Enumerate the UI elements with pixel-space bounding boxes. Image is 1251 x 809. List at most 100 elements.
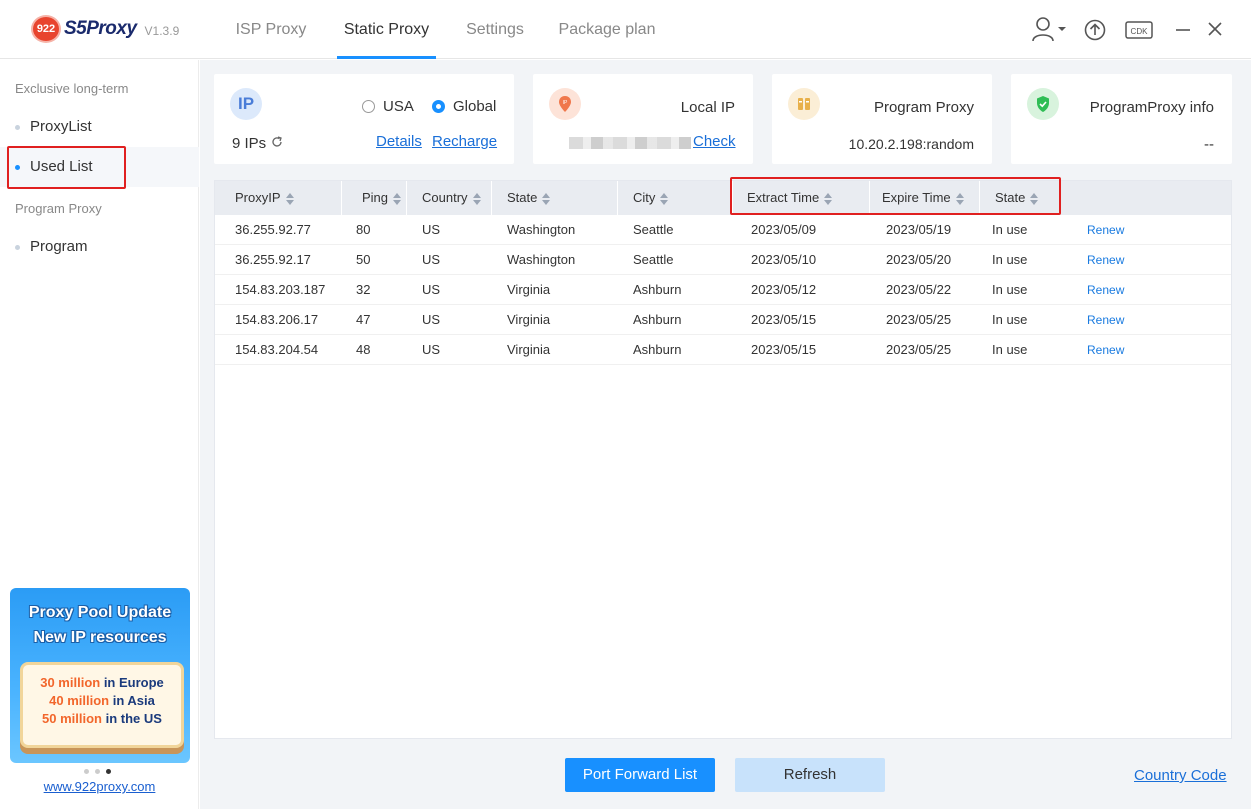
radio-usa[interactable]: USA: [362, 98, 414, 115]
cell-ping: 50: [356, 252, 371, 267]
cell-country: US: [422, 252, 441, 267]
app-name: S5Proxy: [64, 18, 137, 39]
sort-icon[interactable]: [542, 192, 551, 206]
promo-banner[interactable]: Proxy Pool Update New IP resources 30 mi…: [10, 588, 190, 763]
check-link[interactable]: Check: [693, 133, 736, 150]
sort-icon[interactable]: [285, 192, 294, 206]
carousel-dots[interactable]: [84, 769, 111, 774]
sort-icon[interactable]: [393, 192, 402, 206]
promo-line: 30 million in Europe: [40, 675, 164, 690]
promo-line: 50 million in the US: [42, 711, 162, 726]
sidebar-item-program[interactable]: Program: [0, 227, 199, 267]
minimize-icon[interactable]: [1175, 20, 1191, 40]
sort-icon[interactable]: [472, 192, 481, 206]
sidebar-item-proxylist[interactable]: ProxyList: [0, 107, 199, 147]
column-header-proxyip[interactable]: ProxyIP: [215, 181, 342, 215]
port-forward-list-button[interactable]: Port Forward List: [565, 758, 715, 792]
column-header-ping[interactable]: Ping: [342, 181, 407, 215]
program-proxy-info-title: ProgramProxy info: [1089, 99, 1214, 116]
sidebar-group-exclusive: Exclusive long-term: [15, 81, 129, 96]
carousel-dot[interactable]: [95, 769, 100, 774]
cell-country: US: [422, 222, 441, 237]
column-header-city[interactable]: City: [618, 181, 733, 215]
radio-circle: [432, 100, 445, 113]
cell-proxyip: 154.83.204.54: [235, 342, 319, 357]
ip-count-label: 9 IPs: [232, 135, 267, 152]
recharge-link[interactable]: Recharge: [432, 133, 497, 150]
sort-icon[interactable]: [660, 192, 669, 206]
sidebar: Exclusive long-term ProxyList Used List …: [0, 60, 199, 809]
masked-ip-value: [569, 137, 691, 149]
table-row: 36.255.92.77 80 US Washington Seattle 20…: [215, 215, 1231, 245]
upload-icon[interactable]: [1084, 19, 1106, 41]
radio-label: USA: [383, 98, 414, 115]
cell-extract-time: 2023/05/12: [751, 282, 817, 297]
cell-city: Ashburn: [633, 312, 682, 327]
cell-status: In use: [992, 342, 1028, 357]
cell-extract-time: 2023/05/15: [751, 312, 817, 327]
carousel-dot[interactable]: [84, 769, 89, 774]
cell-city: Ashburn: [633, 342, 682, 357]
column-header-label: State: [507, 190, 538, 205]
cell-city: Ashburn: [633, 282, 682, 297]
details-link[interactable]: Details: [376, 133, 422, 150]
sidebar-item-label: ProxyList: [30, 118, 92, 135]
cell-expire-time: 2023/05/20: [886, 252, 952, 267]
cell-proxyip: 154.83.206.17: [235, 312, 319, 327]
ip-icon: IP: [230, 88, 262, 120]
column-header-state[interactable]: State: [492, 181, 618, 215]
sidebar-group-program-proxy: Program Proxy: [15, 201, 102, 216]
bullet-icon: [15, 245, 20, 250]
ip-card: IP USA Global 9 IPs Details Recharge: [214, 74, 514, 164]
cdk-label: CDK: [1131, 27, 1149, 36]
renew-link[interactable]: Renew: [1087, 335, 1124, 365]
cell-ping: 47: [356, 312, 371, 327]
cell-proxyip: 36.255.92.17: [235, 252, 311, 267]
tab-static-proxy[interactable]: Static Proxy: [337, 0, 436, 59]
bullet-icon: [15, 125, 20, 130]
renew-link[interactable]: Renew: [1087, 215, 1124, 245]
column-header-label: Ping: [362, 190, 389, 205]
cell-country: US: [422, 312, 441, 327]
cell-state: Virginia: [507, 282, 551, 297]
cell-ping: 32: [356, 282, 371, 297]
local-ip-card: IP Local IP Check: [533, 74, 753, 164]
renew-link[interactable]: Renew: [1087, 275, 1124, 305]
sidebar-item-label: Program: [30, 238, 88, 255]
radio-circle: [362, 100, 375, 113]
tab-settings[interactable]: Settings: [458, 0, 532, 59]
promo-title: Proxy Pool Update: [28, 604, 172, 621]
cell-state: Virginia: [507, 342, 551, 357]
table-row: 154.83.203.187 32 US Virginia Ashburn 20…: [215, 275, 1231, 305]
tab-package-plan[interactable]: Package plan: [552, 0, 662, 59]
cdk-icon[interactable]: CDK: [1125, 20, 1153, 40]
tab-isp-proxy[interactable]: ISP Proxy: [228, 0, 314, 59]
website-link[interactable]: www.922proxy.com: [0, 779, 199, 794]
country-code-link[interactable]: Country Code: [1134, 767, 1227, 784]
refresh-button[interactable]: Refresh: [735, 758, 885, 792]
cell-extract-time: 2023/05/15: [751, 342, 817, 357]
cell-expire-time: 2023/05/22: [886, 282, 952, 297]
close-icon[interactable]: [1207, 21, 1223, 37]
highlight-box: [7, 146, 126, 189]
column-header-country[interactable]: Country: [407, 181, 492, 215]
table-row: 154.83.206.17 47 US Virginia Ashburn 202…: [215, 305, 1231, 335]
cell-expire-time: 2023/05/25: [886, 312, 952, 327]
svg-text:IP: IP: [563, 100, 568, 106]
program-proxy-icon: [788, 88, 820, 120]
renew-link[interactable]: Renew: [1087, 245, 1124, 275]
cell-status: In use: [992, 312, 1028, 327]
cell-proxyip: 154.83.203.187: [235, 282, 326, 297]
radio-global[interactable]: Global: [432, 98, 496, 115]
user-account-icon[interactable]: [1032, 16, 1068, 44]
shield-check-icon: [1027, 88, 1059, 120]
refresh-icon[interactable]: [271, 135, 283, 152]
carousel-dot-active[interactable]: [106, 769, 111, 774]
promo-card: 30 million in Europe 40 million in Asia …: [20, 662, 184, 748]
table-row: 36.255.92.17 50 US Washington Seattle 20…: [215, 245, 1231, 275]
renew-link[interactable]: Renew: [1087, 305, 1124, 335]
cell-city: Seattle: [633, 252, 674, 267]
promo-subtitle: New IP resources: [33, 629, 167, 646]
top-bar: 922 S5Proxy V1.3.9 ISP Proxy Static Prox…: [0, 0, 1251, 59]
app-logo: 922 S5Proxy V1.3.9: [31, 15, 179, 43]
